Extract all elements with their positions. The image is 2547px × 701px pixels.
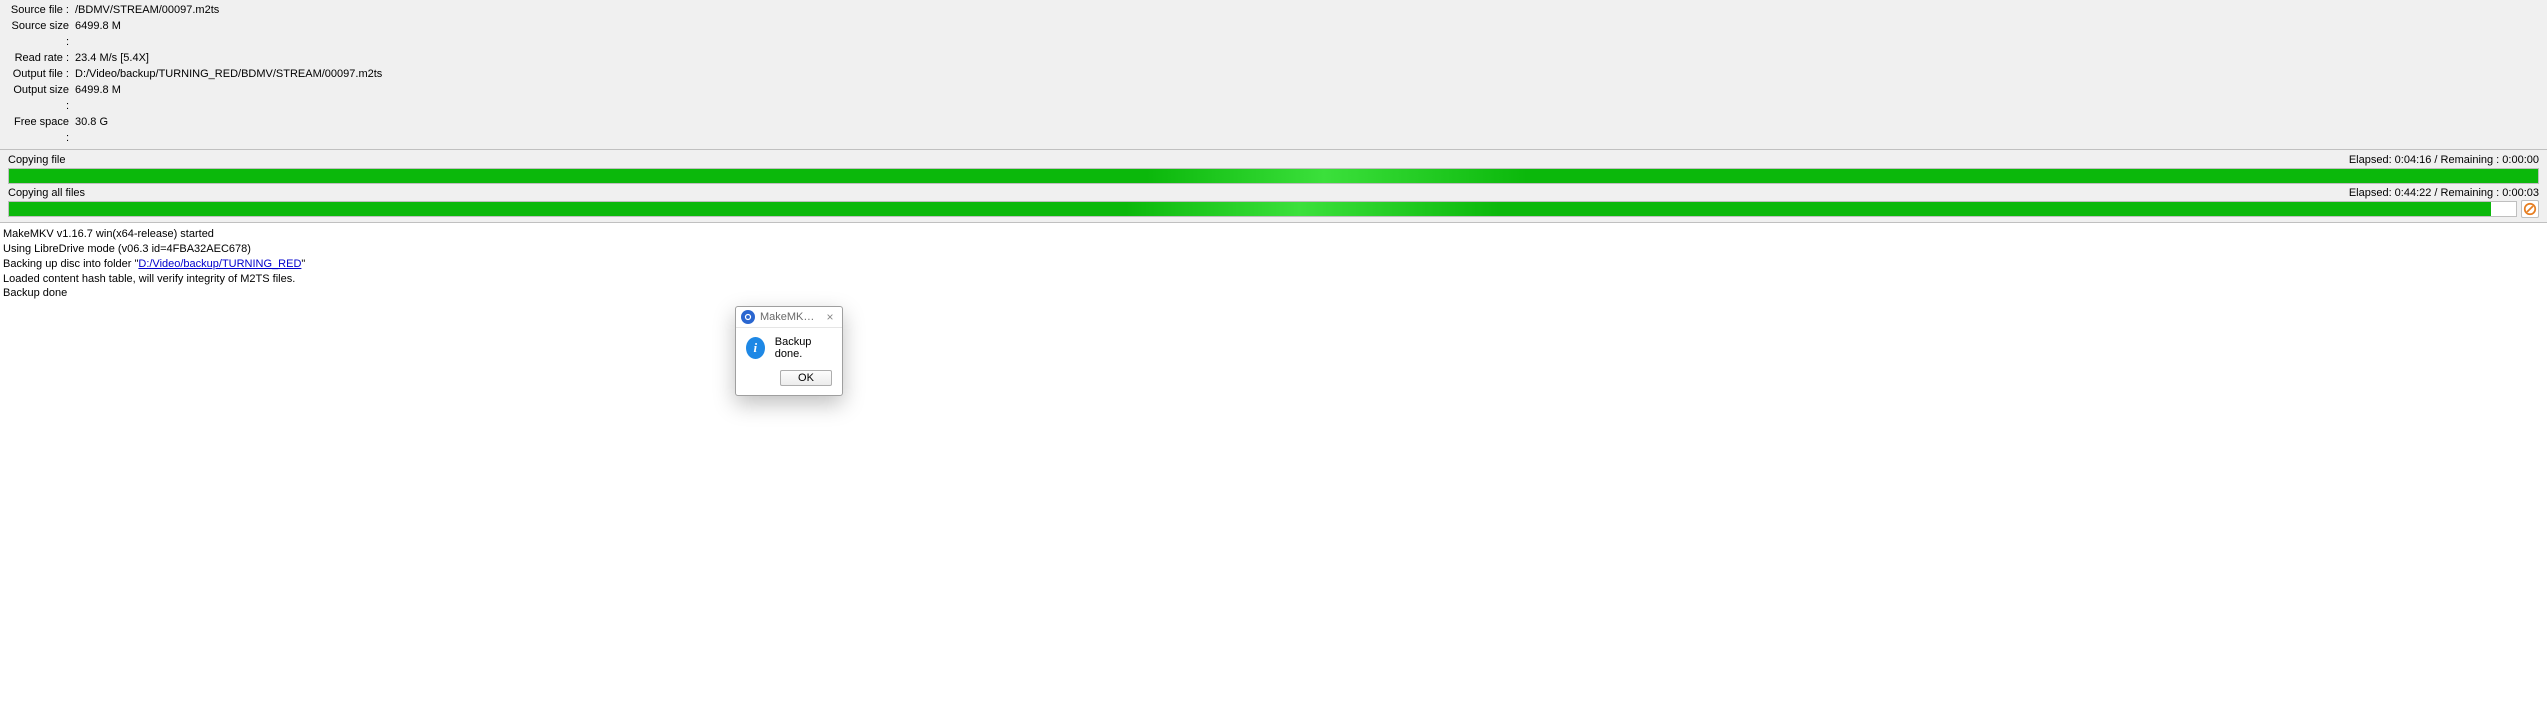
source-file-value: /BDMV/STREAM/00097.m2ts — [72, 3, 219, 19]
log-line: Using LibreDrive mode (v06.3 id=4FBA32AE… — [3, 242, 2544, 257]
source-file-label: Source file : — [8, 3, 72, 19]
source-size-value: 6499.8 M — [72, 19, 121, 51]
output-size-value: 6499.8 M — [72, 83, 121, 115]
free-space-value: 30.8 G — [72, 115, 108, 147]
ok-button[interactable]: OK — [780, 370, 832, 386]
progress-file-label: Copying file — [8, 153, 65, 167]
log-text: " — [301, 258, 305, 270]
output-file-label: Output file : — [8, 67, 72, 83]
backup-folder-link[interactable]: D:/Video/backup/TURNING_RED — [138, 258, 301, 270]
progress-file-timing: Elapsed: 0:04:16 / Remaining : 0:00:00 — [2349, 153, 2539, 167]
progress-all-bar — [8, 201, 2517, 217]
log-line: Loaded content hash table, will verify i… — [3, 272, 2544, 287]
log-line: MakeMKV v1.16.7 win(x64-release) started — [3, 227, 2544, 242]
free-space-label: Free space : — [8, 115, 72, 147]
info-row-free-space: Free space : 30.8 G — [8, 115, 2539, 147]
cancel-icon — [2523, 202, 2537, 216]
info-row-source-file: Source file : /BDMV/STREAM/00097.m2ts — [8, 3, 2539, 19]
backup-done-dialog: MakeMKV BETA po… × i Backup done. OK — [735, 306, 843, 396]
app-icon — [741, 310, 755, 324]
dialog-title-text: MakeMKV BETA po… — [760, 311, 818, 323]
output-size-label: Output size : — [8, 83, 72, 115]
info-row-output-size: Output size : 6499.8 M — [8, 83, 2539, 115]
info-row-output-file: Output file : D:/Video/backup/TURNING_RE… — [8, 67, 2539, 83]
info-row-source-size: Source size : 6499.8 M — [8, 19, 2539, 51]
progress-all-label: Copying all files — [8, 186, 85, 200]
log-text: Backing up disc into folder " — [3, 258, 138, 270]
progress-file-bar — [8, 168, 2539, 184]
progress-all-timing: Elapsed: 0:44:22 / Remaining : 0:00:03 — [2349, 186, 2539, 200]
dialog-titlebar[interactable]: MakeMKV BETA po… × — [736, 307, 842, 328]
info-row-read-rate: Read rate : 23.4 M/s [5.4X] — [8, 51, 2539, 67]
read-rate-value: 23.4 M/s [5.4X] — [72, 51, 149, 67]
close-icon[interactable]: × — [823, 311, 837, 323]
cancel-button[interactable] — [2521, 200, 2539, 218]
progress-file-section: Copying file Elapsed: 0:04:16 / Remainin… — [0, 150, 2547, 223]
progress-all-fill — [9, 202, 2491, 216]
info-icon: i — [746, 337, 765, 359]
source-size-label: Source size : — [8, 19, 72, 51]
read-rate-label: Read rate : — [8, 51, 72, 67]
log-line: Backing up disc into folder "D:/Video/ba… — [3, 257, 2544, 272]
log-panel: MakeMKV v1.16.7 win(x64-release) started… — [0, 223, 2547, 305]
dialog-message: Backup done. — [775, 336, 832, 360]
output-file-value: D:/Video/backup/TURNING_RED/BDMV/STREAM/… — [72, 67, 382, 83]
progress-file-fill — [9, 169, 2538, 183]
log-line: Backup done — [3, 286, 2544, 301]
info-panel: Source file : /BDMV/STREAM/00097.m2ts So… — [0, 0, 2547, 150]
